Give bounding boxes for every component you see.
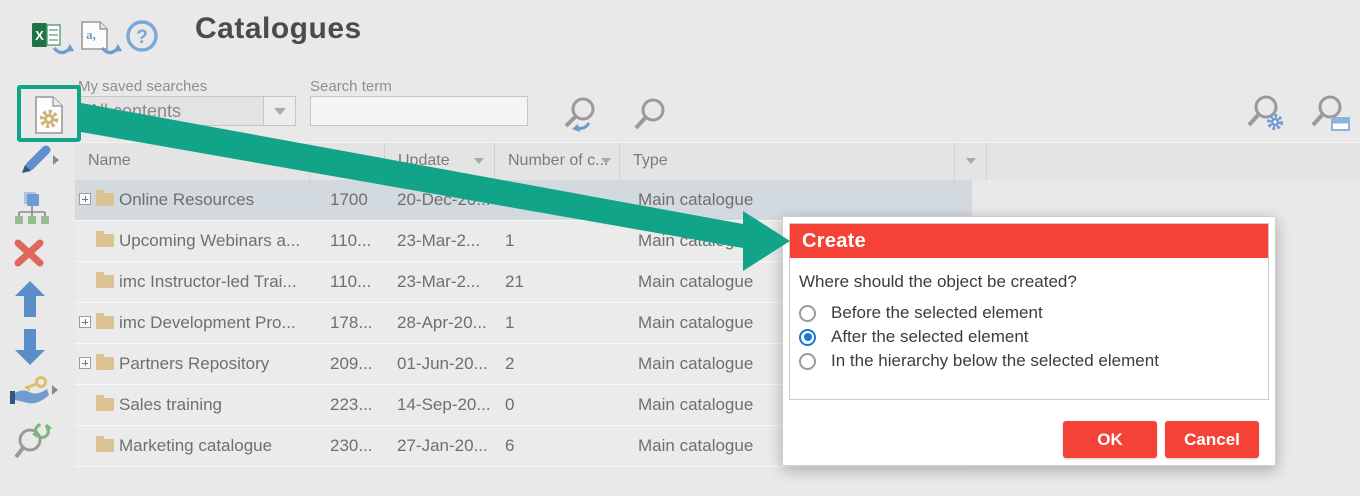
table-header: Name ID Update Number of c... Type bbox=[75, 142, 1360, 180]
permissions-submenu-arrow-icon[interactable] bbox=[52, 385, 58, 395]
ok-button[interactable]: OK bbox=[1063, 421, 1157, 458]
saved-searches-select[interactable]: All contents bbox=[78, 96, 296, 126]
column-header-update[interactable]: Update bbox=[385, 143, 495, 180]
folder-icon bbox=[96, 398, 114, 411]
create-dialog: Create Where should the object be create… bbox=[782, 216, 1276, 466]
radio-option-before[interactable]: Before the selected element bbox=[790, 301, 1268, 325]
column-filter-cell[interactable] bbox=[955, 143, 987, 180]
radio-icon[interactable] bbox=[799, 353, 816, 370]
dialog-titlebar: Create bbox=[790, 224, 1268, 258]
saved-searches-value: All contents bbox=[79, 101, 263, 122]
radio-option-hierarchy[interactable]: In the hierarchy below the selected elem… bbox=[790, 349, 1268, 373]
page-title: Catalogues bbox=[195, 12, 362, 46]
move-up-icon[interactable] bbox=[15, 281, 45, 322]
folder-icon bbox=[96, 439, 114, 452]
folder-icon bbox=[96, 357, 114, 370]
advanced-search-icon[interactable] bbox=[1243, 92, 1289, 143]
structure-hierarchy-icon[interactable] bbox=[13, 191, 49, 230]
header-filler bbox=[987, 143, 1360, 180]
column-filter-icon[interactable] bbox=[474, 158, 484, 164]
svg-text:X: X bbox=[35, 28, 44, 43]
search-icon[interactable] bbox=[632, 95, 672, 142]
radio-selected-icon[interactable] bbox=[799, 329, 816, 346]
move-down-icon[interactable] bbox=[15, 329, 45, 370]
chevron-down-icon bbox=[274, 108, 286, 115]
select-dropdown-button[interactable] bbox=[263, 97, 295, 125]
dialog-question: Where should the object be created? bbox=[790, 258, 1268, 292]
dialog-title: Create bbox=[790, 230, 866, 253]
edit-submenu-arrow-icon[interactable] bbox=[53, 155, 59, 165]
reset-search-icon[interactable] bbox=[558, 95, 602, 142]
create-new-object-icon[interactable] bbox=[28, 94, 70, 141]
refresh-search-icon[interactable] bbox=[13, 421, 53, 466]
expand-icon[interactable] bbox=[79, 193, 91, 205]
export-excel-icon[interactable]: X bbox=[30, 18, 76, 63]
column-header-name[interactable]: Name bbox=[75, 143, 310, 180]
edit-icon[interactable] bbox=[18, 144, 52, 181]
column-filter-icon[interactable] bbox=[364, 158, 374, 164]
search-term-input[interactable] bbox=[310, 96, 528, 126]
column-header-type[interactable]: Type bbox=[620, 143, 955, 180]
folder-icon bbox=[96, 234, 114, 247]
search-profile-icon[interactable] bbox=[1308, 92, 1354, 143]
export-text-icon[interactable]: a, bbox=[78, 18, 124, 63]
folder-icon bbox=[96, 316, 114, 329]
svg-text:a,: a, bbox=[86, 27, 96, 42]
column-header-count[interactable]: Number of c... bbox=[495, 143, 620, 180]
radio-icon[interactable] bbox=[799, 305, 816, 322]
cancel-button[interactable]: Cancel bbox=[1165, 421, 1259, 458]
column-filter-icon[interactable] bbox=[601, 158, 611, 164]
folder-icon bbox=[96, 275, 114, 288]
expand-icon[interactable] bbox=[79, 316, 91, 328]
expand-icon[interactable] bbox=[79, 357, 91, 369]
search-term-label: Search term bbox=[310, 78, 392, 95]
create-dialog-content: Create Where should the object be create… bbox=[789, 223, 1269, 400]
table-row[interactable]: Online Resources 1700 20-Dec-20... 0 Mai… bbox=[75, 180, 972, 221]
delete-icon[interactable] bbox=[13, 238, 45, 273]
help-icon[interactable]: ? bbox=[125, 19, 159, 58]
radio-option-after[interactable]: After the selected element bbox=[790, 325, 1268, 349]
column-filter-icon[interactable] bbox=[966, 158, 976, 164]
svg-text:?: ? bbox=[136, 27, 148, 48]
saved-searches-label: My saved searches bbox=[78, 78, 207, 95]
column-filter-icon[interactable] bbox=[259, 158, 269, 164]
folder-icon bbox=[96, 193, 114, 206]
assign-permissions-icon[interactable] bbox=[8, 374, 50, 413]
radio-group: Before the selected element After the se… bbox=[790, 301, 1268, 373]
column-header-id[interactable]: ID bbox=[310, 143, 385, 180]
